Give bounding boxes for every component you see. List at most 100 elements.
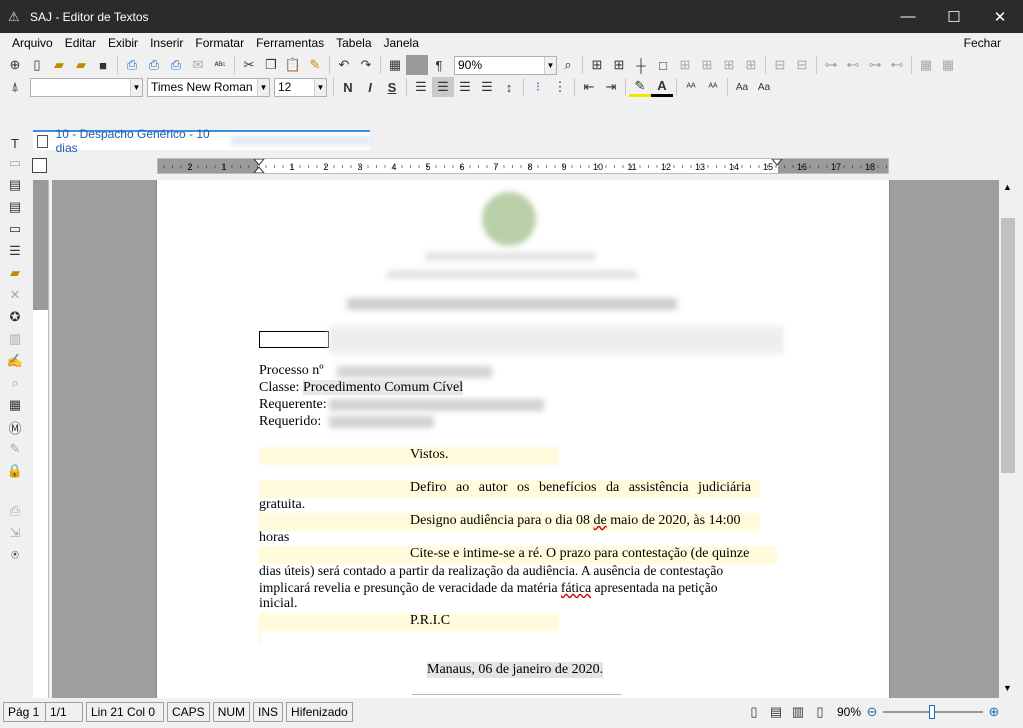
fechar-menu[interactable]: Fechar (964, 36, 1001, 50)
template-icon[interactable]: ▤ (4, 197, 26, 217)
font-combo[interactable]: Times New Roman ▼ (147, 77, 270, 97)
vertical-ruler[interactable] (33, 180, 49, 698)
print-preview-icon[interactable]: ⎙ (143, 55, 165, 75)
bold-button[interactable]: N (337, 77, 359, 97)
chevron-down-icon[interactable]: ▼ (314, 78, 326, 96)
table-inner4-icon[interactable]: ⊞ (740, 55, 762, 75)
scroll-down-icon[interactable]: ▼ (1003, 683, 1012, 693)
align-right-icon[interactable]: ☰ (454, 77, 476, 97)
zoom-combo[interactable]: 90% ▼ (454, 55, 557, 75)
right-indent-marker[interactable] (771, 159, 783, 166)
align-left-icon[interactable]: ☰ (410, 77, 432, 97)
highlight-color-icon[interactable]: ✎ (629, 77, 651, 97)
horizontal-ruler[interactable]: 2 1 1 2 3 4 5 6 7 8 9 10 11 12 13 14 15 16 17 18 (157, 158, 889, 174)
increase-indent-icon[interactable]: ⇥ (600, 77, 622, 97)
columns-icon[interactable]: ▥ (4, 329, 26, 349)
comment-icon[interactable]: ▭ (4, 219, 26, 239)
align-center-icon[interactable]: ☰ (432, 77, 454, 97)
menu-ferramentas[interactable]: Ferramentas (256, 36, 324, 50)
signature-icon[interactable]: ✍ (4, 351, 26, 371)
bullets-icon[interactable]: ⁝ (527, 77, 549, 97)
shrink-font-icon[interactable]: ᴬᴬ (702, 77, 724, 97)
zoom-in-icon[interactable]: ⊕ (983, 702, 1005, 722)
vertical-scrollbar[interactable]: ▲ ▼ (999, 180, 1017, 698)
delete-col-icon[interactable]: ⊷ (886, 55, 908, 75)
table-props-icon[interactable]: ▦ (937, 55, 959, 75)
clear-format-icon[interactable]: Aa (753, 77, 775, 97)
text-tool-icon[interactable]: T (4, 133, 26, 153)
certificate-icon[interactable]: ✪ (4, 307, 26, 327)
paste-icon[interactable]: 📋 (282, 55, 304, 75)
style-combo[interactable]: ▼ (30, 77, 143, 97)
font-color-icon[interactable]: A (651, 77, 673, 97)
split-cells-icon[interactable]: ⊟ (791, 55, 813, 75)
tab-stop-selector[interactable] (32, 158, 47, 173)
zoom-out-icon[interactable]: ⊖ (861, 702, 883, 722)
new-document-icon[interactable]: ▯ (26, 55, 48, 75)
menu-arquivo[interactable]: Arquivo (12, 36, 53, 50)
grow-font-icon[interactable]: ᴬᴬ (680, 77, 702, 97)
print-icon[interactable]: ⎙ (121, 55, 143, 75)
document-page[interactable]: Processo nº Classe: Procedimento Comum C… (156, 180, 890, 698)
redo-icon[interactable]: ↷ (355, 55, 377, 75)
view-page-icon[interactable]: ▯ (743, 702, 765, 722)
minimize-button[interactable]: — (885, 0, 931, 33)
email-icon[interactable]: ✉ (187, 55, 209, 75)
open-recent-icon[interactable]: ▰ (70, 55, 92, 75)
insert-col-icon[interactable]: ⊷ (842, 55, 864, 75)
table-cross-icon[interactable]: ┼ (630, 55, 652, 75)
chevron-down-icon[interactable]: ▼ (130, 78, 142, 96)
print-setup-icon[interactable]: ⎙ (165, 55, 187, 75)
table-inner-icon[interactable]: ⊞ (674, 55, 696, 75)
format-painter-icon[interactable]: ✎ (304, 55, 326, 75)
line-spacing-icon[interactable]: ↕ (498, 77, 520, 97)
numbering-icon[interactable]: ⋮ (549, 77, 571, 97)
delete-row-icon[interactable]: ⊶ (864, 55, 886, 75)
remove-field-icon[interactable]: ✕ (4, 285, 26, 305)
cut-icon[interactable]: ✂ (238, 55, 260, 75)
spellcheck-icon[interactable]: ᴬᴮᶜ (209, 55, 231, 75)
zoom-icon[interactable]: ⌕ (557, 55, 579, 75)
chevron-down-icon[interactable]: ▼ (257, 78, 269, 96)
table-inner3-icon[interactable]: ⊞ (718, 55, 740, 75)
view-outline-icon[interactable]: ▥ (787, 702, 809, 722)
scroll-up-icon[interactable]: ▲ (1003, 182, 1012, 192)
view-web-icon[interactable]: ▤ (765, 702, 787, 722)
zoom-slider[interactable] (883, 705, 983, 719)
undo-icon[interactable]: ↶ (333, 55, 355, 75)
marker-icon[interactable]: ⍟ (4, 545, 26, 565)
change-case-icon[interactable]: Aa (731, 77, 753, 97)
save-icon[interactable]: ■ (92, 55, 114, 75)
view-draft-icon[interactable]: ▯ (809, 702, 831, 722)
maximize-button[interactable]: ☐ (931, 0, 977, 33)
form-icon[interactable]: ▭ (4, 153, 26, 173)
menu-inserir[interactable]: Inserir (150, 36, 183, 50)
table-grid-icon[interactable]: ⊞ (608, 55, 630, 75)
lock-icon[interactable]: 🔒 (4, 461, 26, 481)
italic-button[interactable]: I (359, 77, 381, 97)
table-border-icon[interactable]: □ (652, 55, 674, 75)
highlight-box-icon[interactable] (406, 55, 428, 75)
export-icon[interactable]: ⇲ (4, 523, 26, 543)
underline-button[interactable]: S (381, 77, 403, 97)
pilcrow-icon[interactable]: ¶ (428, 55, 450, 75)
font-size-combo[interactable]: 12 ▼ (274, 77, 327, 97)
table-select-icon[interactable]: ⊞ (586, 55, 608, 75)
merge-cells-icon[interactable]: ⊟ (769, 55, 791, 75)
chevron-down-icon[interactable]: ▼ (544, 56, 556, 74)
menu-exibir[interactable]: Exibir (108, 36, 138, 50)
menu-tabela[interactable]: Tabela (336, 36, 371, 50)
document-tab[interactable]: 10 - Despacho Genérico - 10 dias (33, 127, 370, 155)
table-autofit-icon[interactable]: ▦ (915, 55, 937, 75)
decrease-indent-icon[interactable]: ⇤ (578, 77, 600, 97)
menu-editar[interactable]: Editar (65, 36, 96, 50)
indent-marker[interactable] (253, 159, 265, 173)
field-icon[interactable]: ▤ (4, 175, 26, 195)
print-disabled-icon[interactable]: ⎙ (4, 501, 26, 521)
zoom-slider-thumb[interactable] (929, 705, 935, 719)
insert-table-icon[interactable]: ▦ (384, 55, 406, 75)
copy-icon[interactable]: ❐ (260, 55, 282, 75)
close-button[interactable]: ✕ (977, 0, 1023, 33)
calendar-icon[interactable]: ▦ (4, 395, 26, 415)
table-inner2-icon[interactable]: ⊞ (696, 55, 718, 75)
